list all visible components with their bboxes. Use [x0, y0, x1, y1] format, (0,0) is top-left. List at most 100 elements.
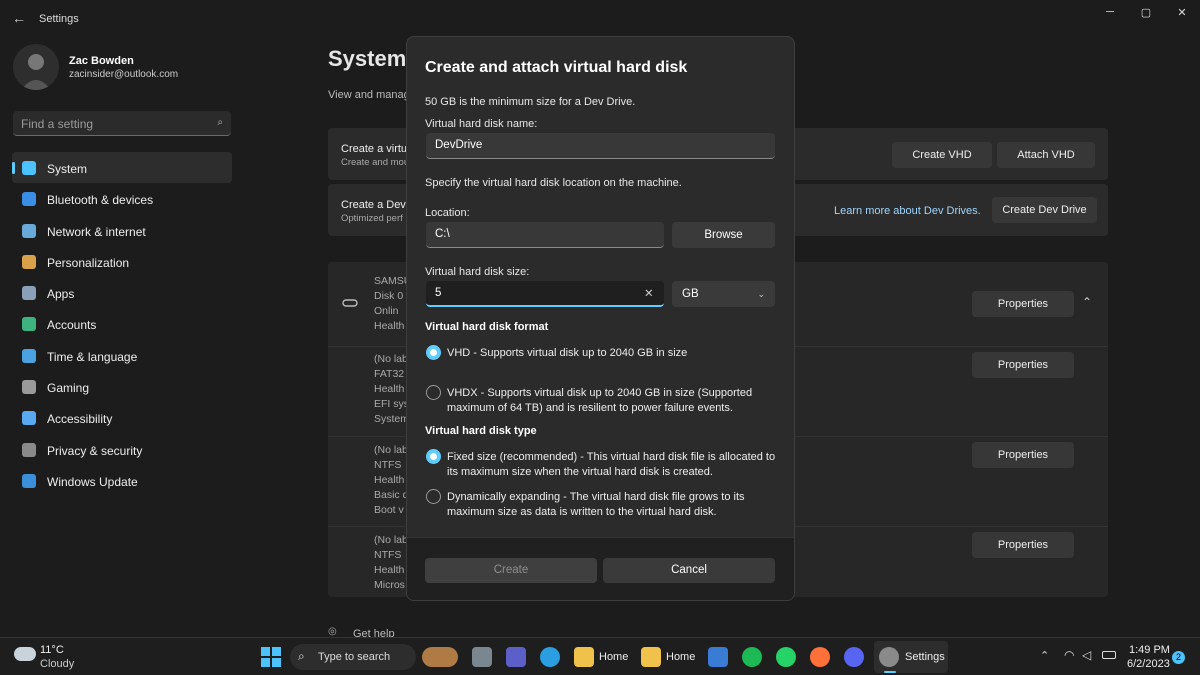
format-heading: Virtual hard disk format [425, 321, 549, 333]
unit-value: GB [682, 288, 699, 300]
clear-icon[interactable]: ✕ [644, 286, 654, 300]
taskbar-search[interactable]: ⌕ Type to search [290, 644, 416, 670]
file-explorer-icon[interactable] [574, 647, 594, 667]
vhd-card-sub: Create and mou [341, 157, 410, 168]
dynamic-radio[interactable] [426, 489, 441, 504]
chevron-up-icon[interactable]: ⌃ [1082, 295, 1092, 309]
system-icon [22, 161, 36, 175]
dialog-title: Create and attach virtual hard disk [425, 59, 688, 76]
cloud-icon [14, 647, 36, 661]
battery-icon[interactable] [1102, 651, 1116, 659]
sidebar-item-apps[interactable]: Apps [12, 277, 232, 308]
sidebar-item-label: Accounts [47, 318, 97, 333]
search-icon: ⌕ [217, 117, 223, 128]
min-size-note: 50 GB is the minimum size for a Dev Driv… [425, 96, 636, 108]
search-highlight-icon[interactable] [422, 647, 458, 667]
taskbar: 11°C Cloudy ⌕ Type to search Home Home S… [0, 637, 1200, 675]
sidebar-item-accessibility[interactable]: Accessibility [12, 402, 232, 433]
size-value: 5 [435, 287, 442, 299]
fixed-size-label: Fixed size (recommended) - This virtual … [447, 451, 776, 478]
unit-dropdown[interactable]: GB ⌄ [672, 281, 775, 307]
firefox-icon[interactable] [810, 647, 830, 667]
sidebar-item-label: Privacy & security [47, 443, 143, 458]
search-input[interactable]: Find a setting ⌕ [13, 111, 231, 136]
sidebar-item-network-internet[interactable]: Network & internet [12, 215, 232, 246]
p3-info-line: Health [374, 564, 405, 576]
vhd-card-title: Create a virtu [341, 143, 408, 155]
location-note: Specify the virtual hard disk location o… [425, 177, 682, 189]
explorer-2-label: Home [666, 651, 696, 663]
sidebar-item-privacy-security[interactable]: Privacy & security [12, 434, 232, 465]
volume-icon[interactable]: ◁ [1082, 648, 1091, 662]
maximize-button[interactable]: ▢ [1128, 6, 1164, 20]
taskbar-search-text: Type to search [318, 651, 391, 663]
apps-icon [22, 286, 36, 301]
vhdx-radio[interactable] [426, 385, 441, 400]
name-label: Virtual hard disk name: [425, 118, 538, 130]
attach-vhd-button[interactable]: Attach VHD [997, 142, 1095, 168]
teams-chat-icon[interactable] [506, 647, 526, 667]
settings-taskbar-button[interactable]: Settings [874, 641, 948, 673]
explorer-1-label: Home [599, 651, 629, 663]
wifi-icon[interactable]: ◠ [1064, 648, 1074, 662]
avatar[interactable] [13, 44, 59, 90]
browse-button[interactable]: Browse [672, 222, 775, 248]
create-button[interactable]: Create [425, 558, 597, 583]
partition-1-info: (No lab FAT32 Health EFI sys System [374, 353, 409, 428]
partition-3-properties-button[interactable]: Properties [972, 532, 1074, 558]
sidebar-item-windows-update[interactable]: Windows Update [12, 465, 232, 496]
page-title: System [328, 46, 407, 71]
sidebar-item-accounts[interactable]: Accounts [12, 308, 232, 339]
shield-icon [22, 442, 36, 457]
sidebar-item-label: Windows Update [47, 474, 138, 489]
clock-date[interactable]: 6/2/2023 [1127, 658, 1170, 670]
back-arrow-icon[interactable]: ← [12, 10, 26, 26]
cancel-button[interactable]: Cancel [603, 558, 775, 583]
dialog-footer: Create Cancel [407, 537, 794, 600]
sidebar-item-label: System [47, 162, 88, 176]
help-icon: ◎ [328, 626, 337, 637]
whatsapp-icon[interactable] [776, 647, 796, 667]
p1-info-line: FAT32 [374, 368, 405, 380]
sidebar-item-system[interactable]: System [12, 152, 232, 184]
chevron-up-icon[interactable]: ⌃ [1040, 649, 1049, 662]
sidebar-item-personalization[interactable]: Personalization [12, 246, 232, 277]
person-icon [22, 317, 36, 332]
p1-info-line: Health [374, 383, 405, 395]
sidebar-item-gaming[interactable]: Gaming [12, 371, 232, 402]
vhd-name-field[interactable]: DevDrive [426, 133, 775, 159]
sidebar-item-label: Bluetooth & devices [47, 193, 154, 208]
p1-info-line: System [374, 413, 410, 425]
sidebar-item-time-language[interactable]: Time & language [12, 340, 232, 371]
spotify-icon[interactable] [742, 647, 762, 667]
location-field[interactable]: C:\ [426, 222, 664, 248]
discord-icon[interactable] [844, 647, 864, 667]
task-view-icon[interactable] [472, 647, 492, 667]
notification-badge[interactable]: 2 [1172, 651, 1185, 664]
partition-3-info: (No lab NTFS Health Micros [374, 534, 408, 594]
minimize-button[interactable]: ─ [1092, 6, 1128, 20]
vhd-radio[interactable] [426, 345, 441, 360]
partition-2-properties-button[interactable]: Properties [972, 442, 1074, 468]
type-heading: Virtual hard disk type [425, 425, 537, 437]
search-placeholder: Find a setting [21, 117, 94, 131]
clock-time[interactable]: 1:49 PM [1129, 644, 1170, 656]
sidebar-item-bluetooth-devices[interactable]: Bluetooth & devices [12, 183, 232, 214]
close-button[interactable]: ✕ [1164, 6, 1200, 20]
partition-1-properties-button[interactable]: Properties [972, 352, 1074, 378]
store-icon[interactable] [708, 647, 728, 667]
edge-icon[interactable] [540, 647, 560, 667]
create-vhd-button[interactable]: Create VHD [892, 142, 992, 168]
size-field[interactable]: 5 ✕ [426, 281, 664, 307]
chevron-down-icon: ⌄ [757, 289, 765, 299]
p3-info-line: Micros [374, 579, 405, 591]
start-icon[interactable] [261, 647, 281, 667]
partition-2-info: (No lab NTFS Health Basic d Boot v [374, 444, 408, 519]
vhd-name-value: DevDrive [435, 139, 483, 151]
create-dev-drive-button[interactable]: Create Dev Drive [992, 197, 1097, 223]
fixed-size-radio[interactable] [426, 449, 441, 464]
dev-drive-learn-link[interactable]: Learn more about Dev Drives. [834, 205, 981, 217]
dev-drive-title: Create a Dev [341, 199, 406, 211]
disk-properties-button[interactable]: Properties [972, 291, 1074, 317]
file-explorer-icon[interactable] [641, 647, 661, 667]
